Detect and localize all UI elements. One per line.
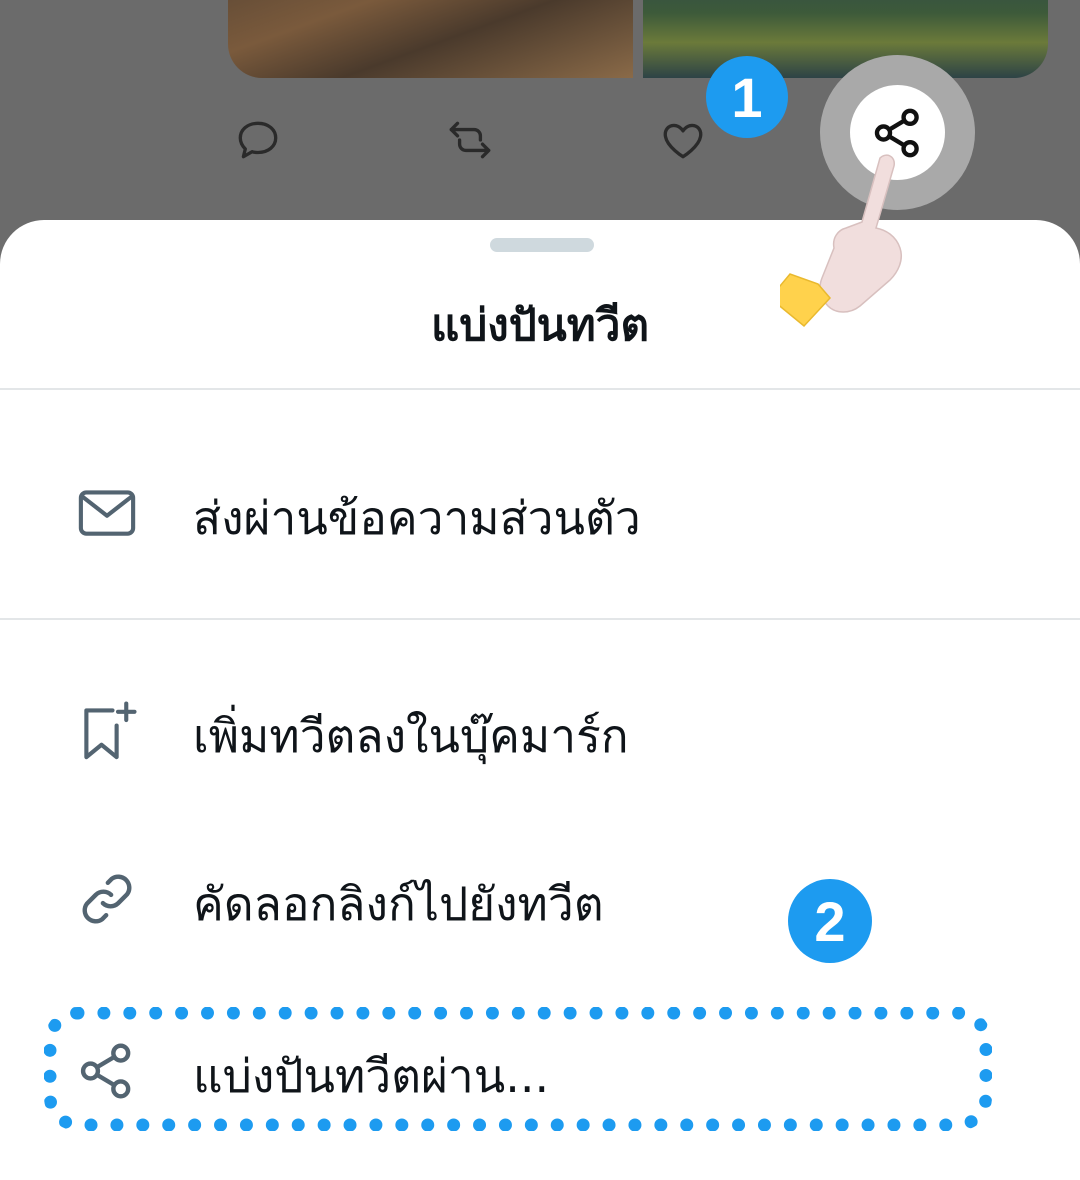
tweet-photo-right[interactable] bbox=[643, 0, 1048, 78]
retweet-icon[interactable] bbox=[442, 112, 498, 168]
menu-item-label: คัดลอกลิงก์ไปยังทวีต bbox=[193, 877, 604, 931]
menu-item-direct-message[interactable]: ส่งผ่านข้อความส่วนตัว bbox=[0, 456, 1080, 566]
divider bbox=[0, 388, 1080, 390]
reply-icon[interactable] bbox=[230, 112, 286, 168]
highlight-frame bbox=[44, 1007, 992, 1131]
step-1-badge: 1 bbox=[706, 56, 788, 138]
sheet-grabber[interactable] bbox=[490, 238, 594, 252]
menu-item-label: เพิ่มทวีตลงในบุ๊คมาร์ก bbox=[193, 709, 629, 763]
link-icon bbox=[72, 864, 142, 934]
step-2-badge: 2 bbox=[788, 879, 872, 963]
menu-item-label: ส่งผ่านข้อความส่วนตัว bbox=[193, 491, 641, 545]
pointing-hand-icon bbox=[780, 154, 902, 328]
mail-icon bbox=[72, 478, 142, 548]
bookmark-add-icon bbox=[72, 696, 142, 766]
menu-item-copy-link[interactable]: คัดลอกลิงก์ไปยังทวีต bbox=[0, 842, 1080, 952]
tweet-photo-left[interactable] bbox=[228, 0, 633, 78]
menu-item-bookmark[interactable]: เพิ่มทวีตลงในบุ๊คมาร์ก bbox=[0, 674, 1080, 784]
like-icon[interactable] bbox=[655, 112, 711, 168]
divider bbox=[0, 618, 1080, 620]
